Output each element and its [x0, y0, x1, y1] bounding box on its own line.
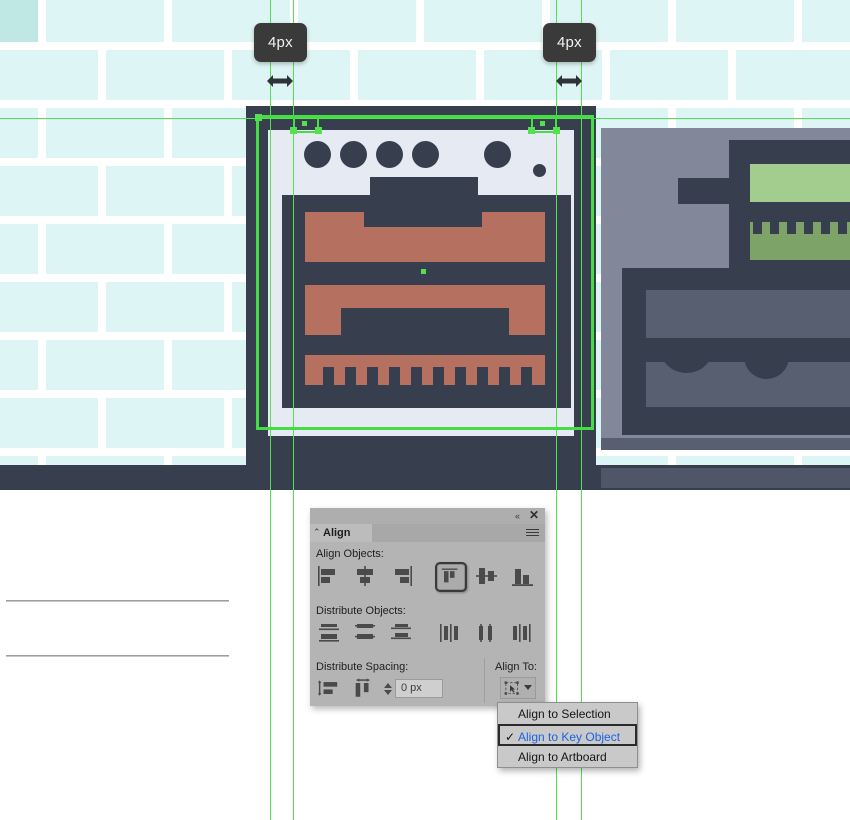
illustrator-screen: 4px 4px « ✕ ⌃ Align Align Objects: Distr…	[0, 0, 850, 820]
horizontal-distribute-spacing-icon[interactable]	[352, 678, 374, 699]
menu-item-align-to-selection[interactable]: Align to Selection	[498, 703, 637, 725]
brick	[46, 340, 164, 390]
menu-item-label: Align to Key Object	[518, 730, 621, 744]
vertical-distribute-spacing-icon[interactable]	[318, 678, 340, 699]
brick	[0, 398, 98, 448]
stove-bottom-strip	[246, 440, 596, 465]
measurement-tooltip-left: 4px	[254, 23, 307, 62]
panel-divider-2b	[6, 656, 229, 657]
collapse-icon[interactable]: «	[515, 511, 520, 521]
vertical-align-bottom-icon[interactable]	[511, 565, 535, 587]
panel-tab-row[interactable]: ⌃ Align	[310, 524, 545, 542]
brick	[46, 0, 164, 42]
key-anchor-left-br[interactable]	[315, 127, 322, 134]
cabinet-shelf-upper	[646, 290, 850, 338]
distribute-objects-label: Distribute Objects:	[316, 605, 406, 617]
close-icon[interactable]: ✕	[529, 509, 539, 521]
brick	[802, 456, 850, 465]
horizontal-distribute-left-icon[interactable]	[438, 622, 462, 644]
vertical-distribute-center-icon[interactable]	[353, 622, 377, 644]
green-book-block	[750, 164, 850, 202]
check-icon: ✓	[505, 730, 516, 744]
crenel-tooth	[787, 222, 796, 234]
brick	[610, 50, 728, 100]
tab-align[interactable]: ⌃ Align	[310, 524, 372, 542]
brick	[0, 50, 98, 100]
align-to-key-object-icon	[504, 681, 519, 695]
vertical-align-center-icon[interactable]	[475, 565, 499, 587]
cabinet-notch	[678, 178, 733, 204]
horizontal-resize-arrow-icon-left	[267, 75, 293, 87]
cabinet-base	[601, 438, 850, 450]
align-to-label: Align To:	[495, 661, 537, 673]
brick	[0, 456, 38, 465]
stepper-down-icon	[384, 690, 392, 695]
align-to-dropdown-menu[interactable]: Align to Selection ✓ Align to Key Object…	[497, 702, 638, 768]
horizontal-distribute-right-icon[interactable]	[510, 622, 534, 644]
green-crenellated-block	[750, 222, 850, 260]
selection-center-point	[421, 269, 426, 274]
brick	[0, 224, 38, 274]
chevron-down-icon	[524, 685, 532, 690]
vertical-align-top-button[interactable]	[435, 562, 467, 592]
crenel-tooth	[838, 222, 847, 234]
brick	[0, 282, 98, 332]
measurement-tooltip-right: 4px	[543, 23, 596, 62]
spacing-stepper[interactable]: 0 px	[381, 679, 443, 698]
vertical-align-top-icon	[441, 568, 458, 583]
vertical-distribute-top-icon[interactable]	[317, 622, 341, 644]
crenel-tooth	[770, 222, 779, 234]
brick	[676, 456, 794, 465]
panel-vertical-divider	[484, 658, 485, 703]
horizontal-distribute-center-icon[interactable]	[474, 622, 498, 644]
stepper-up-icon	[384, 683, 392, 688]
tab-caret-icon: ⌃	[313, 527, 321, 537]
panel-title-bar[interactable]: « ✕	[310, 508, 545, 524]
brick	[46, 108, 164, 158]
stepper-arrows-icon[interactable]	[381, 679, 394, 698]
horizontal-resize-arrow-icon-right	[556, 75, 582, 87]
brick	[106, 398, 224, 448]
align-to-dropdown-button[interactable]	[500, 677, 536, 699]
brick	[0, 0, 38, 42]
crenel-tooth	[753, 222, 762, 234]
brick	[106, 282, 224, 332]
hamburger-menu-icon[interactable]	[526, 529, 539, 538]
align-objects-label: Align Objects:	[316, 548, 384, 560]
key-anchor-right-br[interactable]	[553, 127, 560, 134]
horizontal-align-center-icon[interactable]	[353, 565, 377, 587]
crenel-tooth	[804, 222, 813, 234]
brick	[424, 0, 542, 42]
distribute-spacing-label: Distribute Spacing:	[316, 661, 409, 673]
menu-item-align-to-artboard[interactable]: Align to Artboard	[498, 746, 637, 768]
brick	[298, 0, 416, 42]
brick	[802, 0, 850, 42]
panel-divider-1b	[6, 601, 229, 602]
crenel-tooth	[821, 222, 830, 234]
brick	[46, 456, 164, 465]
brick	[676, 0, 794, 42]
brick	[0, 108, 38, 158]
key-anchor-left-bl[interactable]	[290, 127, 297, 134]
selection-anchor-tl[interactable]	[255, 114, 262, 121]
key-anchor-right-bl[interactable]	[528, 127, 535, 134]
spacing-input[interactable]: 0 px	[395, 679, 443, 698]
brick	[106, 50, 224, 100]
brick	[358, 50, 476, 100]
brick	[736, 50, 850, 100]
vertical-distribute-bottom-icon[interactable]	[389, 622, 413, 644]
brick	[46, 224, 164, 274]
menu-item-label: Align to Artboard	[518, 750, 607, 764]
brick	[106, 166, 224, 216]
horizontal-align-right-icon[interactable]	[389, 565, 413, 587]
tab-align-label: Align	[323, 527, 351, 539]
menu-item-align-to-key-object[interactable]: ✓ Align to Key Object	[498, 724, 637, 746]
menu-item-label: Align to Selection	[518, 707, 611, 721]
key-object-center-right	[540, 121, 545, 126]
horizontal-align-left-icon[interactable]	[317, 565, 341, 587]
brick	[0, 166, 98, 216]
brick	[0, 340, 38, 390]
cabinet-floor-strip	[601, 468, 850, 488]
key-object-center-left	[302, 121, 307, 126]
